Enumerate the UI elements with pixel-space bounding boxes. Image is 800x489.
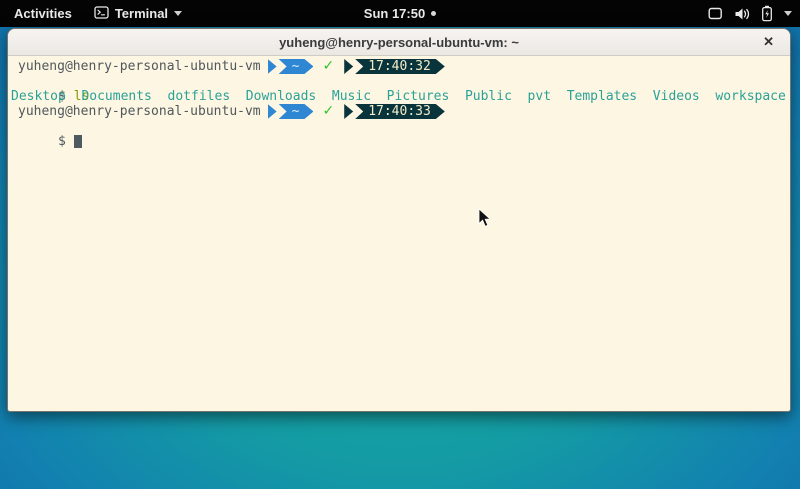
prompt-time-segment: 17:40:32: [355, 59, 445, 74]
terminal-window: yuheng@henry-personal-ubuntu-vm: ~ ✕ yuh…: [7, 28, 791, 412]
prompt-time: 17:40:33: [368, 104, 431, 119]
prompt-cwd: ~: [292, 59, 300, 74]
prompt-cwd: ~: [292, 104, 300, 119]
prompt-time-segment: 17:40:33: [355, 104, 445, 119]
powerline-arrow-icon: [344, 104, 353, 119]
system-status-area[interactable]: [708, 0, 792, 27]
powerline-arrow-icon: [344, 59, 353, 74]
display-icon: [708, 7, 723, 20]
prompt-cwd-segment: ~: [279, 59, 314, 74]
prompt-cwd-segment: ~: [279, 104, 314, 119]
prompt-user-host: yuheng@henry-personal-ubuntu-vm: [18, 59, 261, 74]
command-line: $ls: [11, 74, 788, 89]
prompt-line: yuheng@henry-personal-ubuntu-vm ~ ✓ 17:4…: [11, 104, 788, 119]
top-bar-left: Activities Terminal: [0, 4, 182, 23]
terminal-icon: [94, 6, 109, 22]
chevron-down-icon: [174, 11, 182, 16]
window-title: yuheng@henry-personal-ubuntu-vm: ~: [279, 35, 519, 50]
status-check-icon: ✓: [322, 104, 334, 119]
text-cursor: [74, 135, 82, 148]
clock-button[interactable]: Sun 17:50: [364, 6, 436, 21]
prompt-symbol: $: [58, 134, 66, 149]
volume-icon: [734, 7, 750, 21]
status-check-icon: ✓: [322, 59, 334, 74]
app-menu-label: Terminal: [115, 6, 168, 21]
prompt-line: yuheng@henry-personal-ubuntu-vm ~ ✓ 17:4…: [11, 59, 788, 74]
ls-output: Desktop Documents dotfiles Downloads Mus…: [11, 89, 788, 104]
window-titlebar[interactable]: yuheng@henry-personal-ubuntu-vm: ~ ✕: [8, 29, 790, 56]
activities-button[interactable]: Activities: [10, 4, 76, 23]
prompt-user-host: yuheng@henry-personal-ubuntu-vm: [18, 104, 261, 119]
clock-label: Sun 17:50: [364, 6, 425, 21]
powerline-arrow-icon: [268, 59, 277, 74]
terminal-content[interactable]: yuheng@henry-personal-ubuntu-vm ~ ✓ 17:4…: [8, 55, 790, 411]
prompt-time: 17:40:32: [368, 59, 431, 74]
battery-charging-icon: [761, 5, 773, 22]
input-line: $: [11, 119, 788, 134]
top-bar: Activities Terminal Sun 17:50: [0, 0, 800, 27]
notification-dot: [431, 11, 436, 16]
app-menu-button[interactable]: Terminal: [94, 6, 182, 22]
chevron-down-icon: [784, 11, 792, 16]
close-button[interactable]: ✕: [759, 29, 778, 55]
powerline-arrow-icon: [268, 104, 277, 119]
